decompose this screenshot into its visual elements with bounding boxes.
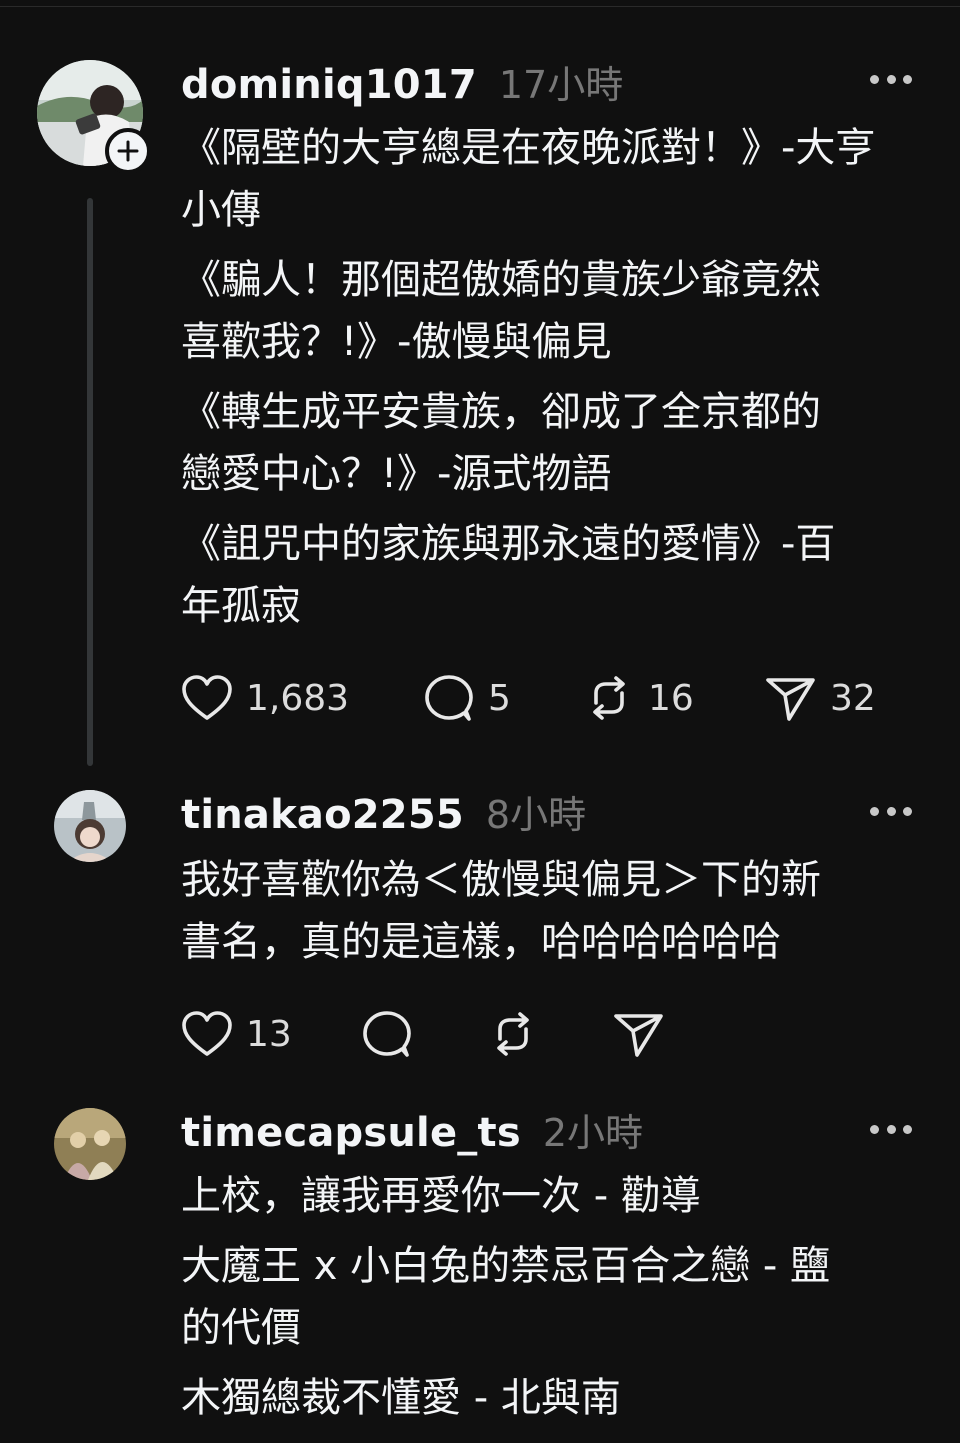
more-dot	[903, 1124, 912, 1134]
avatar[interactable]	[54, 790, 126, 862]
comment-button[interactable]	[360, 1008, 414, 1060]
share-count: 32	[830, 677, 876, 719]
comment-button[interactable]: 5	[422, 672, 511, 724]
more-dots-icon	[870, 806, 879, 816]
avatar[interactable]	[54, 1108, 126, 1180]
more-dots-icon	[870, 74, 879, 84]
avatar-photo	[54, 1108, 126, 1180]
repost-button[interactable]: 16	[582, 672, 694, 724]
thread-post: dominiq1017 17小時 《隔壁的大亨總是在夜晚派對！》-大亨 小傳 《…	[0, 0, 960, 780]
repost-icon	[593, 676, 625, 720]
action-bar: 13	[180, 1008, 700, 1060]
post-text-line: 年孤寂	[181, 583, 301, 629]
more-dots-icon	[870, 1124, 879, 1134]
repost-count: 16	[648, 677, 694, 719]
username[interactable]: dominiq1017	[181, 62, 477, 108]
post-text-line: 《轉生成平安貴族，卻成了全京都的	[181, 389, 821, 435]
more-options-button[interactable]	[870, 74, 912, 84]
more-dot	[903, 806, 912, 816]
post-text-line: 喜歡我？!》-傲慢與偏見	[181, 319, 612, 365]
timestamp: 17小時	[498, 63, 624, 107]
reply-post: tinakao2255 8小時 我好喜歡你為＜傲慢與偏見＞下的新 書名，真的是這…	[0, 780, 960, 1090]
post-text-line: 《騙人！那個超傲嬌的貴族少爺竟然	[181, 257, 821, 303]
action-bar: 1,683 5 16 32	[180, 672, 900, 724]
post-text-line: 的代價	[181, 1305, 301, 1351]
repost-icon	[497, 1012, 529, 1056]
share-button[interactable]: 32	[764, 672, 876, 724]
comment-count: 5	[488, 677, 511, 719]
more-dot	[886, 74, 896, 84]
post-header: dominiq1017 17小時	[181, 54, 623, 109]
plus-icon	[117, 140, 139, 162]
heart-icon	[182, 1011, 232, 1056]
comment-bubble-icon	[363, 1011, 411, 1057]
timestamp: 2小時	[542, 1111, 644, 1155]
thread-connector-line	[87, 198, 93, 766]
more-dot	[903, 74, 912, 84]
post-text-line: 上校，讓我再愛你一次 - 勸導	[181, 1173, 701, 1219]
post-text-line: 書名，真的是這樣，哈哈哈哈哈哈	[181, 919, 781, 965]
more-dot	[886, 1124, 896, 1134]
more-options-button[interactable]	[870, 806, 912, 816]
avatar-photo	[54, 790, 126, 862]
post-text-line: 我好喜歡你為＜傲慢與偏見＞下的新	[181, 857, 821, 903]
post-header: timecapsule_ts 2小時	[181, 1102, 643, 1157]
timestamp: 8小時	[485, 793, 587, 837]
share-button[interactable]	[612, 1008, 666, 1060]
more-dot	[886, 806, 896, 816]
like-button[interactable]: 1,683	[180, 672, 349, 724]
heart-icon	[182, 675, 232, 720]
username[interactable]: tinakao2255	[181, 792, 464, 838]
post-text-line: 木獨總裁不懂愛 - 北與南	[181, 1375, 621, 1421]
post-text-line: 大魔王 x 小白兔的禁忌百合之戀 - 鹽	[181, 1243, 830, 1289]
more-options-button[interactable]	[870, 1124, 912, 1134]
post-text-line: 《詛咒中的家族與那永遠的愛情》-百	[181, 521, 836, 567]
share-send-icon	[766, 678, 815, 721]
post-text-line: 小傳	[181, 187, 261, 233]
comment-bubble-icon	[425, 675, 473, 721]
repost-button[interactable]	[486, 1008, 540, 1060]
reply-post: timecapsule_ts 2小時 上校，讓我再愛你一次 - 勸導 大魔王 x…	[0, 1090, 960, 1443]
like-count: 1,683	[246, 677, 350, 719]
like-button[interactable]: 13	[180, 1008, 292, 1060]
follow-plus-button[interactable]	[105, 128, 151, 174]
post-header: tinakao2255 8小時	[181, 784, 586, 839]
post-text-line: 戀愛中心？!》-源式物語	[181, 451, 612, 497]
username[interactable]: timecapsule_ts	[181, 1110, 521, 1156]
share-send-icon	[614, 1014, 663, 1057]
post-text-line: 《隔壁的大亨總是在夜晚派對！》-大亨	[181, 125, 876, 171]
like-count: 13	[246, 1013, 292, 1055]
